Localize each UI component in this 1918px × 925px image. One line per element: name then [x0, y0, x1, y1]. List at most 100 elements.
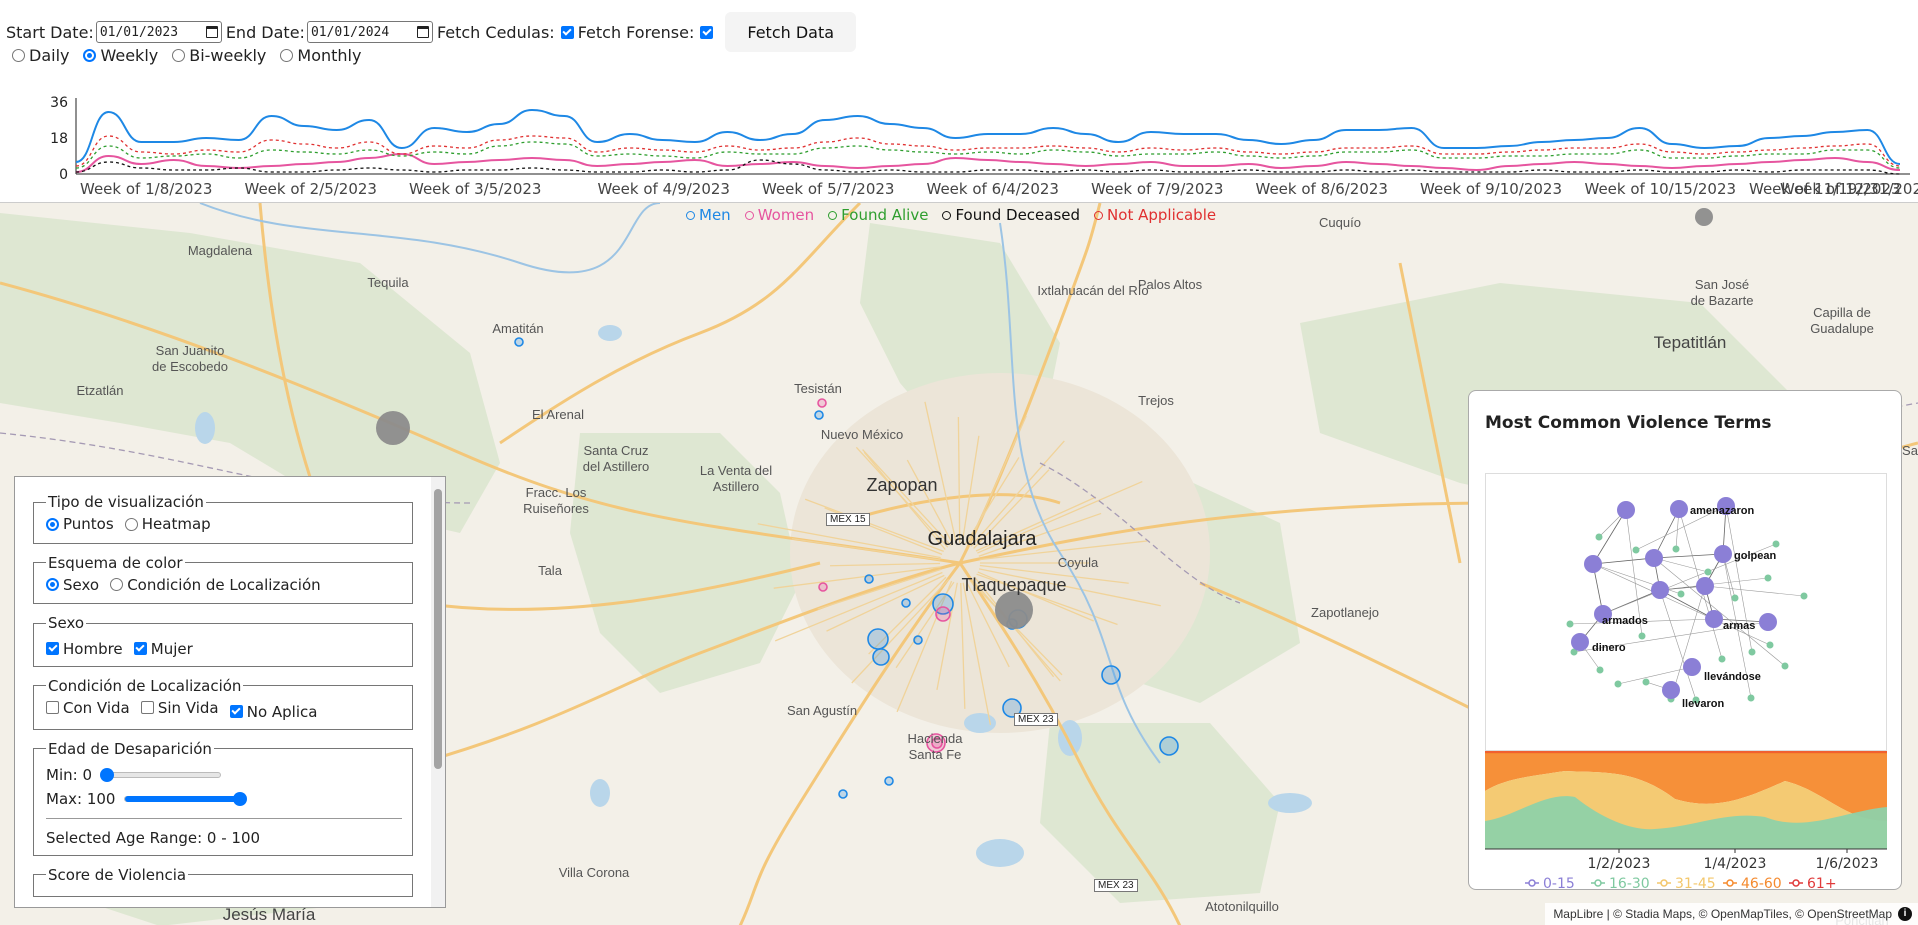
network-node-small[interactable]: [1747, 694, 1755, 702]
network-node-small[interactable]: [1677, 590, 1685, 598]
network-node-small[interactable]: [1632, 546, 1640, 554]
case-marker[interactable]: [1101, 665, 1121, 685]
network-node-term[interactable]: [1584, 555, 1602, 573]
panel-scrollbar[interactable]: [431, 477, 445, 907]
granularity-radio[interactable]: [280, 49, 294, 62]
age-group: Edad de Desaparición Min: 0 Max: 100 Sel…: [33, 739, 413, 856]
network-node-small[interactable]: [1642, 678, 1650, 686]
case-marker[interactable]: [814, 410, 824, 420]
term-label: dinero: [1592, 642, 1626, 654]
viz-points-option[interactable]: Puntos: [46, 515, 114, 533]
age-legend-label[interactable]: 61+: [1807, 876, 1837, 889]
case-marker[interactable]: [818, 582, 828, 592]
network-node-small[interactable]: [1566, 620, 1574, 628]
network-node-term[interactable]: [1651, 581, 1669, 599]
cluster-marker[interactable]: [995, 591, 1033, 629]
network-node-term[interactable]: [1571, 633, 1589, 651]
network-node-term[interactable]: [1696, 577, 1714, 595]
case-marker[interactable]: [935, 606, 951, 622]
legend-item-found-deceased[interactable]: Found Deceased: [942, 206, 1080, 224]
network-node-small[interactable]: [1772, 540, 1780, 548]
case-marker[interactable]: [901, 598, 911, 608]
granularity-radio[interactable]: [172, 49, 186, 62]
age-legend-label[interactable]: 16-30: [1609, 876, 1650, 889]
color-sexo-option[interactable]: Sexo: [46, 576, 99, 594]
viz-heatmap-option[interactable]: Heatmap: [124, 515, 211, 533]
term-label: armas: [1723, 620, 1755, 632]
network-node-small[interactable]: [1731, 594, 1739, 602]
granularity-option-weekly[interactable]: Weekly: [83, 46, 158, 65]
granularity-radio[interactable]: [83, 49, 97, 62]
network-node-term[interactable]: [1683, 658, 1701, 676]
mujer-checkbox[interactable]: Mujer: [133, 640, 193, 658]
age-legend-label[interactable]: 31-45: [1675, 876, 1716, 889]
legend-item-found-alive[interactable]: Found Alive: [828, 206, 928, 224]
stream-tick-label: 1/2/2023: [1588, 856, 1651, 872]
end-date-input[interactable]: 01/01/2024: [306, 21, 433, 43]
age-max-slider[interactable]: [124, 792, 248, 806]
info-icon[interactable]: i: [1898, 907, 1912, 921]
granularity-option-daily[interactable]: Daily: [12, 46, 69, 65]
case-marker[interactable]: [1159, 736, 1179, 756]
legend-item-men[interactable]: Men: [686, 206, 731, 224]
map-attribution: MapLibre | © Stadia Maps, © OpenMapTiles…: [1545, 903, 1918, 925]
case-marker[interactable]: [872, 648, 890, 666]
case-marker[interactable]: [864, 574, 874, 584]
place-label: Capilla de Guadalupe: [1810, 305, 1874, 336]
network-node-term[interactable]: [1662, 681, 1680, 699]
legend-marker-icon: [744, 210, 754, 220]
network-node-small[interactable]: [1764, 574, 1772, 582]
forense-checkbox[interactable]: [700, 25, 714, 39]
color-condicion-option[interactable]: Condición de Localización: [110, 576, 321, 594]
fetch-data-button[interactable]: Fetch Data: [725, 12, 857, 52]
network-node-term[interactable]: [1645, 549, 1663, 567]
network-node-term[interactable]: [1670, 500, 1688, 518]
case-marker[interactable]: [514, 337, 524, 347]
case-marker[interactable]: [838, 789, 848, 799]
age-legend-label[interactable]: 0-15: [1543, 876, 1575, 889]
granularity-option-bi-weekly[interactable]: Bi-weekly: [172, 46, 266, 65]
case-marker[interactable]: [884, 776, 894, 786]
case-marker[interactable]: [913, 635, 923, 645]
network-node-term[interactable]: [1705, 610, 1723, 628]
calendar-icon[interactable]: [416, 26, 429, 38]
network-node-small[interactable]: [1595, 533, 1603, 541]
cedulas-checkbox[interactable]: [560, 25, 574, 39]
network-node-term[interactable]: [1617, 501, 1635, 519]
granularity-option-monthly[interactable]: Monthly: [280, 46, 361, 65]
network-node-small[interactable]: [1672, 545, 1680, 553]
age-min-knob[interactable]: [99, 768, 114, 782]
granularity-radio[interactable]: [12, 49, 25, 62]
network-node-term[interactable]: [1759, 613, 1777, 631]
case-marker[interactable]: [867, 628, 889, 650]
age-legend-label[interactable]: 46-60: [1741, 876, 1782, 889]
network-node-small[interactable]: [1766, 641, 1774, 649]
start-date-input[interactable]: 01/01/2023: [95, 21, 222, 43]
violence-terms-title: Most Common Violence Terms: [1485, 413, 1772, 433]
cluster-marker[interactable]: [376, 411, 410, 445]
hombre-checkbox[interactable]: Hombre: [46, 640, 123, 658]
network-node-small[interactable]: [1614, 680, 1622, 688]
network-node-small[interactable]: [1718, 655, 1726, 663]
network-node-small[interactable]: [1800, 592, 1808, 600]
calendar-icon[interactable]: [205, 26, 218, 38]
sin-vida-checkbox[interactable]: Sin Vida: [140, 699, 219, 717]
legend-item-not-applicable[interactable]: Not Applicable: [1094, 206, 1216, 224]
no-aplica-checkbox[interactable]: No Aplica: [229, 703, 317, 721]
network-node-term[interactable]: [1714, 545, 1732, 563]
network-node-small[interactable]: [1638, 632, 1646, 640]
network-node-small[interactable]: [1704, 568, 1712, 576]
age-min-slider[interactable]: [99, 768, 221, 782]
case-marker[interactable]: [817, 398, 827, 408]
place-label: Villa Corona: [558, 865, 630, 880]
legend-item-women[interactable]: Women: [744, 206, 814, 224]
term-label: llevaron: [1682, 698, 1724, 710]
con-vida-checkbox[interactable]: Con Vida: [46, 699, 130, 717]
network-node-small[interactable]: [1781, 662, 1789, 670]
term-network[interactable]: amenazaron golpean armados armas dinero llevá…: [1486, 474, 1888, 752]
network-node-small[interactable]: [1748, 648, 1756, 656]
age-max-knob[interactable]: [233, 792, 248, 806]
network-node-small[interactable]: [1596, 666, 1604, 674]
place-label: Coyula: [1057, 555, 1099, 570]
cluster-marker[interactable]: [1695, 208, 1713, 226]
